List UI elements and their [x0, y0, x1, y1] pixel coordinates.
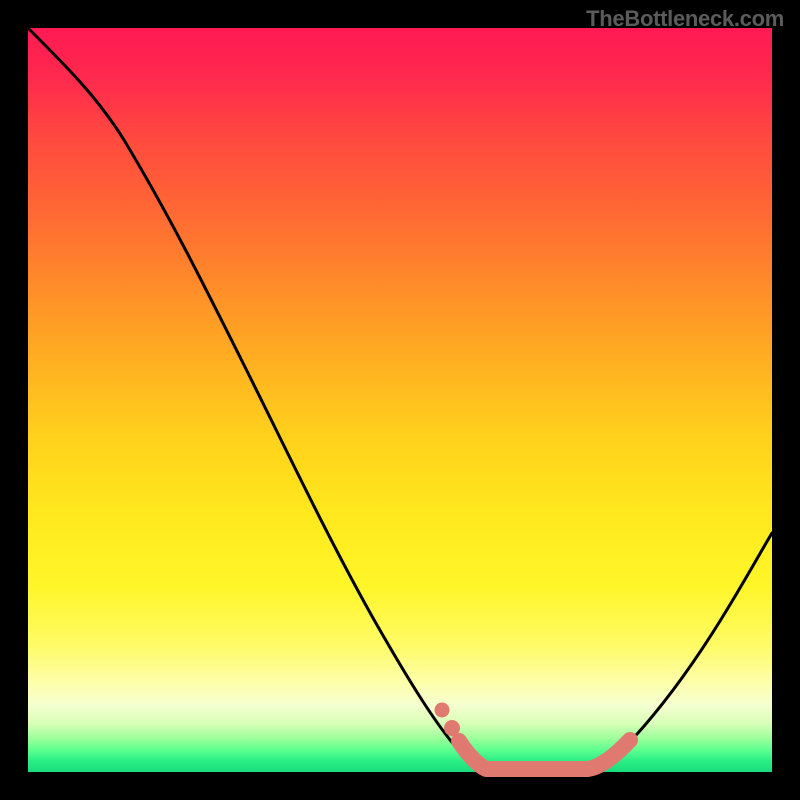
- optimal-marker: [435, 703, 450, 718]
- optimal-band: [459, 740, 630, 769]
- plot-area: [28, 28, 772, 772]
- optimal-marker: [444, 720, 460, 736]
- bottleneck-curve: [28, 28, 772, 770]
- chart-container: TheBottleneck.com: [0, 0, 800, 800]
- curve-layer: [28, 28, 772, 772]
